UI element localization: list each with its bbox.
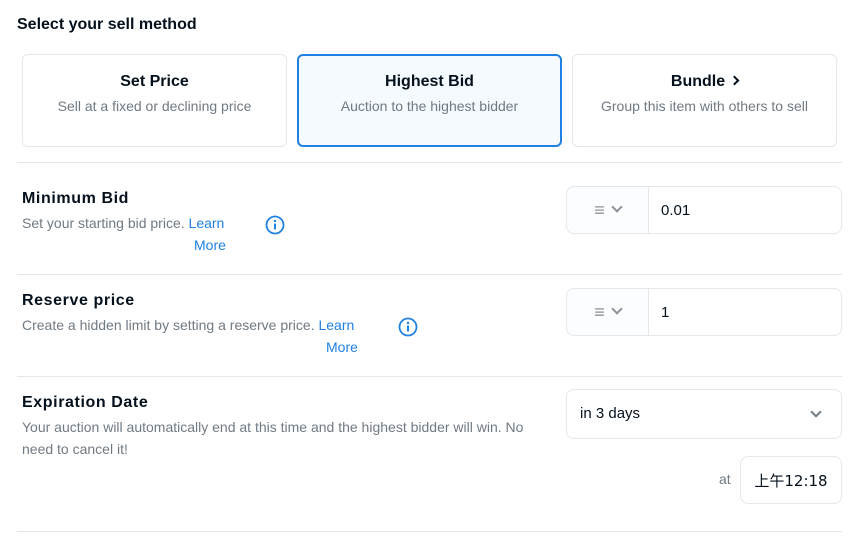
set-price-subtitle: Sell at a fixed or declining price xyxy=(57,98,252,114)
learn-more-line2: More xyxy=(194,237,226,253)
expiration-selected-value: in 3 days xyxy=(580,405,641,422)
divider xyxy=(17,274,842,275)
sell-method-highest-bid-button[interactable]: Highest Bid Auction to the highest bidde… xyxy=(297,54,562,147)
at-label: at xyxy=(719,471,731,487)
bundle-subtitle: Group this item with others to sell xyxy=(601,98,808,114)
reserve-price-token-select[interactable]: ≡ xyxy=(566,288,648,336)
info-circle-icon[interactable] xyxy=(398,317,418,337)
reserve-price-description: Create a hidden limit by setting a reser… xyxy=(22,314,358,358)
learn-more-line2: More xyxy=(326,339,358,355)
highest-bid-subtitle: Auction to the highest bidder xyxy=(340,98,519,114)
learn-more-line1: Learn xyxy=(318,317,355,333)
chevron-right-icon xyxy=(729,75,740,86)
sell-method-bundle-button[interactable]: Bundle Group this item with others to se… xyxy=(572,54,837,147)
divider xyxy=(17,531,842,532)
bundle-title: Bundle xyxy=(670,73,726,90)
reserve-price-title: Reserve price xyxy=(22,292,135,309)
info-circle-icon[interactable] xyxy=(265,215,285,235)
reserve-price-desc-text: Create a hidden limit by setting a reser… xyxy=(22,317,315,333)
token-glyph-icon: ≡ xyxy=(594,302,605,322)
token-glyph-icon: ≡ xyxy=(594,200,605,220)
bundle-title-wrap: Bundle xyxy=(573,73,836,91)
chevron-down-icon xyxy=(611,201,623,213)
minimum-bid-desc-text: Set your starting bid price. xyxy=(22,215,185,231)
chevron-down-icon xyxy=(611,303,623,315)
expiration-date-description: Your auction will automatically end at t… xyxy=(22,416,523,460)
expiration-time-input[interactable] xyxy=(740,456,842,504)
expiration-date-title: Expiration Date xyxy=(22,394,149,411)
minimum-bid-title: Minimum Bid xyxy=(22,190,130,207)
sell-method-set-price-button[interactable]: Set Price Sell at a fixed or declining p… xyxy=(22,54,287,147)
divider xyxy=(17,162,842,163)
expiration-desc-line1: Your auction will automatically end at t… xyxy=(22,419,524,435)
set-price-title: Set Price xyxy=(120,73,189,90)
highest-bid-title: Highest Bid xyxy=(385,73,474,90)
expiration-duration-select[interactable]: in 3 days xyxy=(566,389,842,439)
minimum-bid-amount-input[interactable] xyxy=(648,186,842,234)
reserve-price-amount-input[interactable] xyxy=(648,288,842,336)
sell-method-heading: Select your sell method xyxy=(17,16,197,33)
expiration-desc-line2: need to cancel it! xyxy=(22,441,128,457)
minimum-bid-description: Set your starting bid price. Learn More xyxy=(22,212,226,256)
learn-more-line1: Learn xyxy=(188,215,225,231)
divider xyxy=(17,376,842,377)
chevron-down-icon xyxy=(810,406,822,418)
minimum-bid-token-select[interactable]: ≡ xyxy=(566,186,648,234)
